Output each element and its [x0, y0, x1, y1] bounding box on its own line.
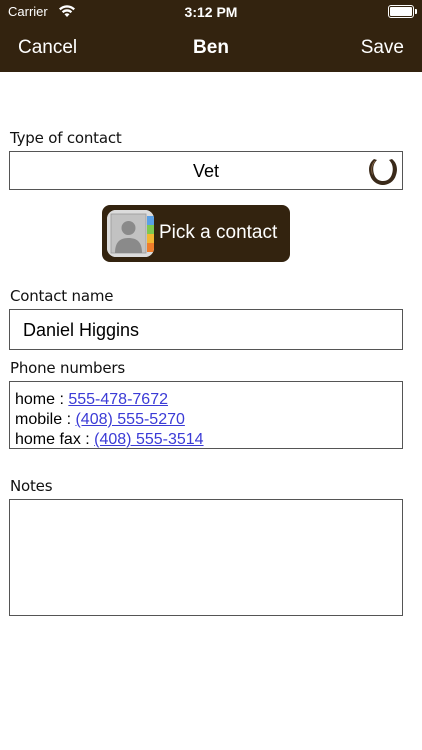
- phone-type-label: home :: [15, 391, 69, 408]
- phone-item-home: home : 555-478-7672: [15, 391, 168, 409]
- navigation-bar: Cancel Ben Save: [0, 24, 422, 72]
- page-title: Ben: [193, 37, 229, 58]
- contacts-app-icon: [107, 210, 154, 257]
- type-of-contact-label: Type of contact: [10, 129, 122, 147]
- type-of-contact-value: Vet: [192, 161, 220, 181]
- pick-contact-button[interactable]: Pick a contact: [102, 205, 290, 262]
- type-of-contact-picker[interactable]: Vet: [9, 151, 403, 190]
- save-button[interactable]: Save: [361, 37, 404, 59]
- contact-name-value: Daniel Higgins: [23, 320, 140, 340]
- horseshoe-icon: [366, 155, 400, 187]
- notes-field[interactable]: [9, 499, 403, 616]
- phone-type-label: mobile :: [15, 411, 76, 428]
- phone-link-mobile[interactable]: (408) 555-5270: [75, 411, 184, 428]
- phone-link-home[interactable]: 555-478-7672: [68, 391, 168, 408]
- phone-type-label: home fax :: [15, 431, 95, 448]
- top-bar: Carrier 3:12 PM Cancel Ben Save: [0, 0, 422, 72]
- phone-numbers-label: Phone numbers: [10, 359, 125, 377]
- phone-item-home-fax: home fax : (408) 555-3514: [15, 431, 204, 448]
- battery-icon: [388, 5, 417, 18]
- pick-contact-label: Pick a contact: [159, 222, 278, 243]
- status-bar: Carrier 3:12 PM: [0, 0, 422, 24]
- contact-name-label: Contact name: [10, 287, 114, 305]
- contact-name-field[interactable]: Daniel Higgins: [9, 309, 403, 350]
- notes-label: Notes: [10, 477, 53, 495]
- clock: 3:12 PM: [184, 4, 238, 20]
- phone-link-home-fax[interactable]: (408) 555-3514: [94, 431, 203, 448]
- phone-numbers-list[interactable]: home : 555-478-7672 mobile : (408) 555-5…: [9, 381, 403, 449]
- phone-item-mobile: mobile : (408) 555-5270: [15, 411, 185, 429]
